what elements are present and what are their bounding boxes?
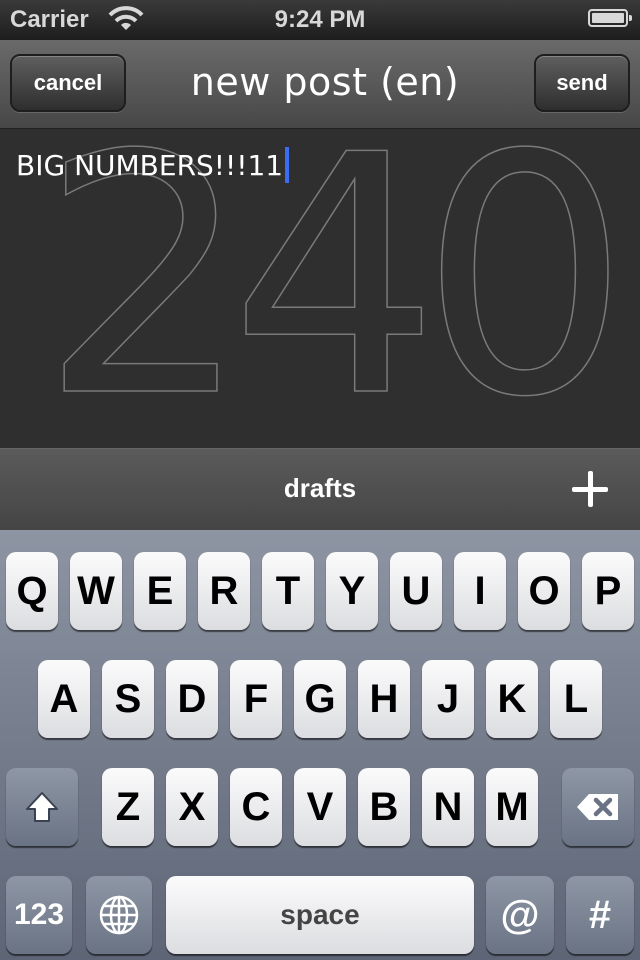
key-q[interactable]: Q [6,552,58,630]
battery-icon [588,9,632,27]
key-r[interactable]: R [198,552,250,630]
key-t[interactable]: T [262,552,314,630]
key-l[interactable]: L [550,660,602,738]
keyboard: Q W E R T Y U I O P A S D F G H J K L Z … [0,530,640,960]
at-key[interactable]: @ [486,876,554,954]
shift-icon [26,792,58,822]
key-a[interactable]: A [38,660,90,738]
backspace-key[interactable] [562,768,634,846]
page-title: new post (en) [190,60,460,104]
key-f[interactable]: F [230,660,282,738]
key-k[interactable]: K [486,660,538,738]
text-caret [285,147,290,183]
keyboard-row-3: Z X C V B N M [0,768,640,846]
key-u[interactable]: U [390,552,442,630]
keyboard-row-1: Q W E R T Y U I O P [0,552,640,630]
key-m[interactable]: M [486,768,538,846]
nav-bar: cancel new post (en) send [0,40,640,129]
clock: 9:24 PM [274,6,366,33]
key-j[interactable]: J [422,660,474,738]
add-draft-icon[interactable] [572,471,608,507]
post-text-area[interactable]: BIG NUMBERS!!!11 [16,147,290,183]
post-editor[interactable]: 240 BIG NUMBERS!!!11 [0,129,640,448]
key-w[interactable]: W [70,552,122,630]
post-text: BIG NUMBERS!!!11 [16,149,284,182]
key-h[interactable]: H [358,660,410,738]
key-y[interactable]: Y [326,552,378,630]
key-d[interactable]: D [166,660,218,738]
key-v[interactable]: V [294,768,346,846]
key-z[interactable]: Z [102,768,154,846]
send-button[interactable]: send [534,54,630,112]
key-e[interactable]: E [134,552,186,630]
hash-key[interactable]: # [566,876,634,954]
globe-key[interactable] [86,876,152,954]
keyboard-row-4: 123 space @ # [0,876,640,954]
key-i[interactable]: I [454,552,506,630]
key-s[interactable]: S [102,660,154,738]
drafts-bar: drafts [0,448,640,531]
key-b[interactable]: B [358,768,410,846]
cancel-button[interactable]: cancel [10,54,126,112]
key-o[interactable]: O [518,552,570,630]
keyboard-row-2: A S D F G H J K L [0,660,640,738]
numbers-key[interactable]: 123 [6,876,72,954]
key-n[interactable]: N [422,768,474,846]
shift-key[interactable] [6,768,78,846]
status-bar: Carrier 9:24 PM [0,0,640,40]
space-key[interactable]: space [166,876,474,954]
drafts-button[interactable]: drafts [0,473,640,504]
backspace-icon [577,794,618,820]
key-p[interactable]: P [582,552,634,630]
key-x[interactable]: X [166,768,218,846]
key-g[interactable]: G [294,660,346,738]
globe-icon [99,895,139,935]
key-c[interactable]: C [230,768,282,846]
